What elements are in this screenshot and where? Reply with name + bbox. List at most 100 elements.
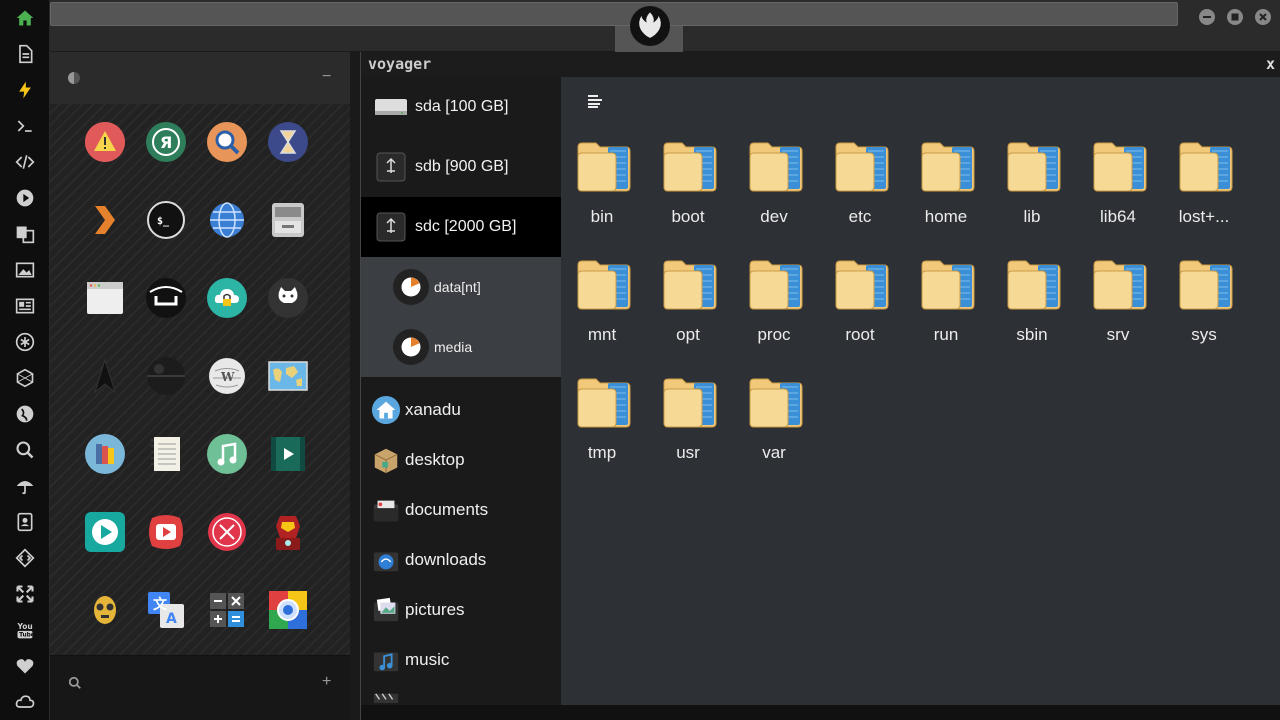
books-app-icon[interactable] (85, 434, 125, 474)
music-app-icon[interactable] (207, 434, 247, 474)
file-view: bin boot dev etc home lib lib64 lost+... mnt opt p… (561, 77, 1280, 720)
lightning-icon[interactable] (14, 79, 36, 101)
app-launcher: − Я $_ W 文 A + (50, 52, 350, 720)
menu-icon[interactable] (586, 93, 604, 109)
folder-item[interactable]: home (906, 137, 986, 247)
search-icon[interactable] (14, 439, 36, 461)
youtube-app-icon[interactable] (146, 512, 186, 552)
partition-item-media[interactable]: media (361, 317, 561, 377)
window-app-icon[interactable] (85, 278, 125, 318)
drive-app-icon[interactable] (268, 200, 308, 240)
play-icon[interactable] (14, 187, 36, 209)
globe-app-icon[interactable] (207, 200, 247, 240)
yandex-app-icon[interactable]: Я (146, 122, 186, 162)
cloud-lock-app-icon[interactable] (207, 278, 247, 318)
photos-app-icon[interactable] (268, 590, 308, 630)
youtube-icon[interactable]: You Tube (14, 619, 36, 641)
terminal-icon[interactable] (14, 115, 36, 137)
wikipedia-app-icon[interactable]: W (207, 356, 247, 396)
hourglass-app-icon[interactable] (268, 122, 308, 162)
place-item-documents[interactable]: documents (361, 485, 561, 535)
rebel-alliance-icon[interactable] (630, 6, 670, 46)
code-icon[interactable] (14, 151, 36, 173)
home-folder-icon (369, 393, 403, 427)
place-item-xanadu[interactable]: xanadu (361, 385, 561, 435)
cloud-icon[interactable] (14, 691, 36, 713)
expand-icon[interactable] (14, 583, 36, 605)
place-item-pictures[interactable]: pictures (361, 585, 561, 635)
minimize-icon[interactable] (1199, 9, 1215, 25)
image-icon[interactable] (14, 259, 36, 281)
folder-item[interactable]: boot (648, 137, 728, 247)
folder-label: home (924, 207, 968, 226)
launcher-header: − (50, 52, 350, 104)
folder-item[interactable]: sys (1164, 255, 1244, 365)
asterisk-icon[interactable] (14, 331, 36, 353)
place-item-desktop[interactable]: desktop (361, 435, 561, 485)
calculator-app-icon[interactable] (207, 590, 247, 630)
collapse-icon[interactable]: − (322, 68, 331, 86)
folder-item[interactable]: tmp (562, 373, 642, 483)
folder-item[interactable]: lib64 (1078, 137, 1158, 247)
folder-item[interactable]: opt (648, 255, 728, 365)
folder-item[interactable]: lost+... (1164, 137, 1244, 247)
umbrella-icon[interactable] (14, 475, 36, 497)
folder-item[interactable]: srv (1078, 255, 1158, 365)
video-app-icon[interactable] (268, 434, 308, 474)
window-close-button[interactable]: x (1266, 55, 1275, 73)
folder-item[interactable]: lib (992, 137, 1072, 247)
folder-item[interactable]: usr (648, 373, 728, 483)
warning-app-icon[interactable] (85, 122, 125, 162)
news-icon[interactable] (14, 295, 36, 317)
window-title-bar: voyager x (361, 52, 1280, 77)
plex-app-icon[interactable] (85, 200, 125, 240)
folder-item[interactable]: proc (734, 255, 814, 365)
place-item-downloads[interactable]: downloads (361, 535, 561, 585)
svg-text:W: W (220, 370, 235, 384)
document-icon[interactable] (14, 43, 36, 65)
ubuntu-app-icon[interactable] (146, 278, 186, 318)
github-app-icon[interactable] (268, 278, 308, 318)
folder-icon (749, 378, 803, 428)
terminal-app-icon[interactable]: $_ (146, 200, 186, 240)
translate-app-icon[interactable]: 文A (146, 590, 186, 630)
map-app-icon[interactable] (268, 356, 308, 396)
maximize-icon[interactable] (1227, 9, 1243, 25)
folder-icon (1093, 142, 1147, 192)
folder-item[interactable]: root (820, 255, 900, 365)
c3po-app-icon[interactable] (85, 590, 125, 630)
folder-item[interactable]: mnt (562, 255, 642, 365)
heart-icon[interactable] (14, 655, 36, 677)
folder-label: lost+... (1178, 207, 1230, 226)
deathstar-app-icon[interactable] (146, 356, 186, 396)
notebook-app-icon[interactable] (146, 434, 186, 474)
drive-item-sda[interactable]: sda [100 GB] (361, 77, 561, 137)
place-item-music[interactable]: music (361, 635, 561, 685)
drive-item-sdb[interactable]: sdb [900 GB] (361, 137, 561, 197)
close-icon[interactable] (1255, 9, 1271, 25)
add-icon[interactable]: + (322, 673, 331, 691)
cube-icon[interactable] (14, 367, 36, 389)
folder-item[interactable]: run (906, 255, 986, 365)
drive-item-sdc[interactable]: sdc [2000 GB] (361, 197, 561, 257)
folder-item[interactable]: bin (562, 137, 642, 247)
folder-item[interactable]: var (734, 373, 814, 483)
search-app-icon[interactable] (207, 122, 247, 162)
launcher-search-icon[interactable] (68, 676, 82, 695)
contacts-icon[interactable] (14, 511, 36, 533)
launcher-search-input[interactable] (90, 671, 310, 695)
folder-item[interactable]: sbin (992, 255, 1072, 365)
partition-item-data[interactable]: data[nt] (361, 257, 561, 317)
folder-item[interactable]: dev (734, 137, 814, 247)
globe-icon[interactable] (14, 403, 36, 425)
folder-item[interactable]: etc (820, 137, 900, 247)
diamond-code-icon[interactable] (14, 547, 36, 569)
translate-icon[interactable] (14, 223, 36, 245)
player-app-icon[interactable] (85, 512, 125, 552)
starfleet-app-icon[interactable] (85, 356, 125, 396)
home-icon[interactable] (14, 7, 36, 29)
top-search-input[interactable] (50, 2, 1178, 26)
contrast-icon[interactable] (68, 72, 80, 84)
close-app-icon[interactable] (207, 512, 247, 552)
ironman-app-icon[interactable] (268, 512, 308, 552)
